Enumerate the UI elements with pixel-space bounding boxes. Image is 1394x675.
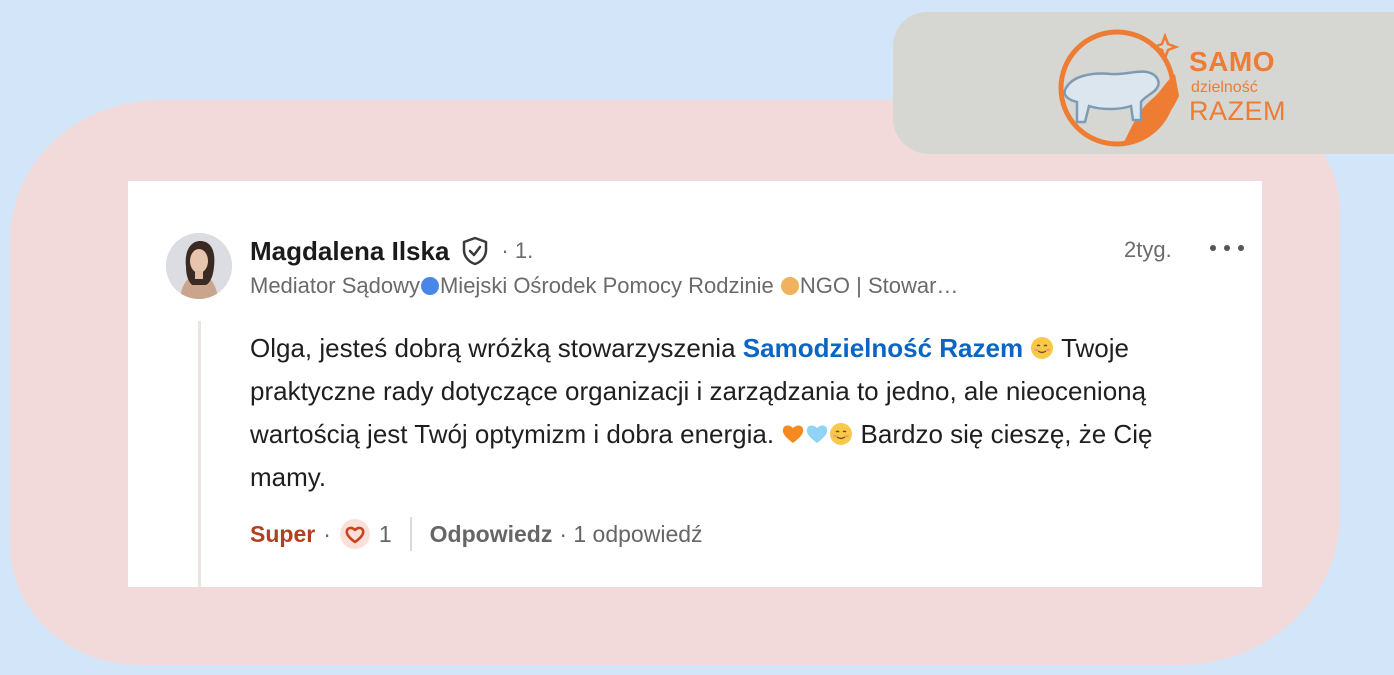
headline-part-1: Mediator Sądowy — [250, 273, 420, 298]
connection-degree: · 1. — [501, 238, 534, 263]
heart-icon[interactable] — [339, 518, 371, 550]
author-row: Magdalena Ilska · 1. — [250, 235, 533, 267]
author-name[interactable]: Magdalena Ilska — [250, 236, 449, 267]
orange-heart-emoji-icon — [783, 425, 804, 443]
logo-card: SAMO dzielność RAZEM — [893, 12, 1394, 154]
logo-line-dzielnosc: dzielność — [1191, 79, 1258, 96]
samodzielnosc-razem-logo-icon — [1058, 29, 1180, 147]
smiling-face-emoji-icon — [830, 423, 853, 445]
timestamp: 2tyg. — [1124, 237, 1172, 262]
smiling-face-emoji-icon — [1031, 337, 1054, 359]
separator-dot: · — [323, 520, 331, 547]
shield-check-icon — [459, 235, 491, 267]
headline-part-2: Miejski Ośrodek Pomocy Rodzinie — [439, 273, 780, 298]
headline-part-3: NGO | Stowar… — [799, 273, 959, 298]
logo-line-razem: RAZEM — [1189, 96, 1286, 126]
logo-line-samo: SAMO — [1189, 46, 1275, 77]
replies-count-link[interactable]: · 1 odpowiedź — [559, 521, 702, 548]
comment-actions: Super · 1 Odpowiedz · 1 odpowiedź — [250, 517, 703, 551]
divider — [409, 517, 412, 551]
reply-button[interactable]: Odpowiedz — [430, 521, 553, 548]
orange-circle-emoji-icon — [780, 277, 799, 295]
reaction-button[interactable]: Super — [250, 521, 315, 548]
blue-circle-emoji-icon — [420, 277, 439, 295]
comment-card: Magdalena Ilska · 1. 2tyg. Mediator Sądo… — [128, 181, 1262, 587]
body-part-1: Olga, jesteś dobrą wróżką stowarzyszenia — [250, 333, 743, 363]
reaction-count[interactable]: 1 — [379, 521, 392, 548]
comment-body: Olga, jesteś dobrą wróżką stowarzyszenia… — [250, 327, 1180, 499]
light-blue-heart-emoji-icon — [807, 425, 828, 443]
logo-wordmark: SAMO dzielność RAZEM — [1189, 48, 1286, 125]
avatar[interactable] — [166, 233, 232, 299]
profile-photo-icon — [166, 233, 232, 299]
thread-line — [198, 321, 201, 587]
ellipsis-icon[interactable] — [1210, 237, 1244, 259]
mention-link[interactable]: Samodzielność Razem — [743, 333, 1023, 363]
author-headline: Mediator Sądowy Miejski Ośrodek Pomocy Ro… — [250, 273, 958, 299]
